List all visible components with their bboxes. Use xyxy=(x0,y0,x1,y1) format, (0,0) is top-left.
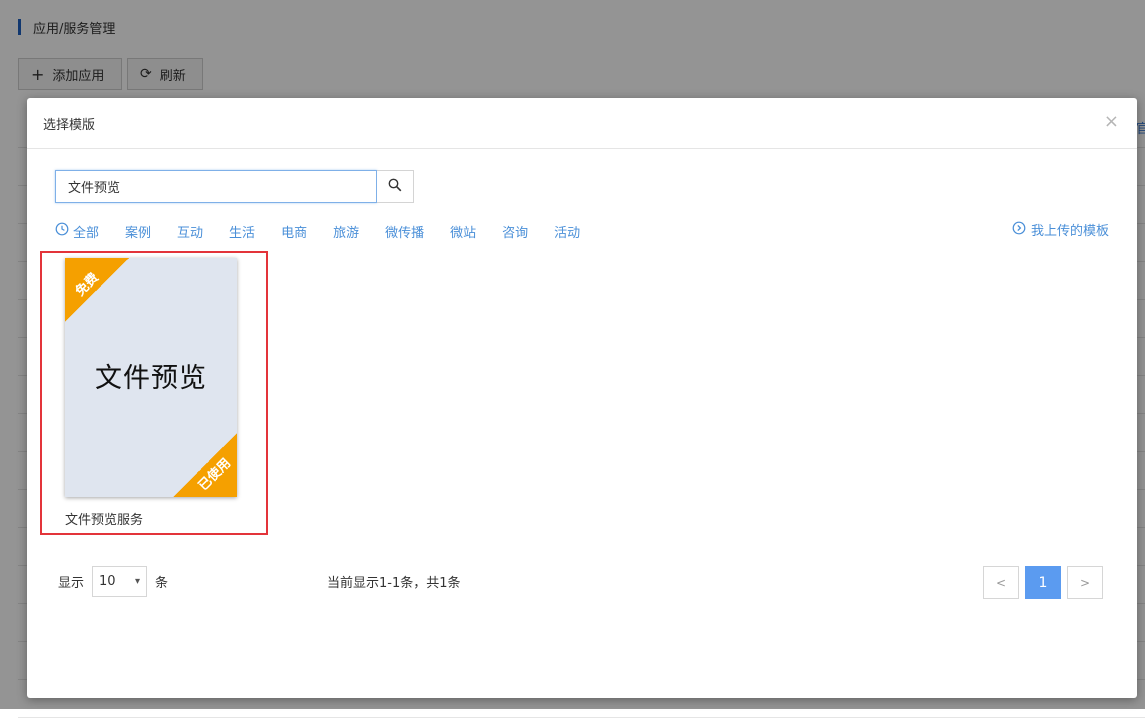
filter-label: 全部 xyxy=(73,225,100,241)
filter-all[interactable]: 全部 xyxy=(55,222,99,241)
modal-header: 选择模版 × xyxy=(27,98,1137,149)
chevron-down-icon: ▾ xyxy=(134,576,141,587)
pagination: < 1 > xyxy=(977,566,1103,599)
filter-travel[interactable]: 旅游 xyxy=(333,222,359,241)
modal-title: 选择模版 xyxy=(43,117,96,133)
price-ribbon: 免费 xyxy=(65,258,129,322)
search-bar xyxy=(55,170,414,203)
page-1-button[interactable]: 1 xyxy=(1025,566,1061,599)
page-size-select[interactable]: 10 ▾ xyxy=(92,566,148,597)
template-select-modal: 选择模版 × 全部 案例 互动 生活 电商 旅 xyxy=(27,98,1137,698)
price-badge: 免费 xyxy=(72,270,102,300)
status-badge: 已使用 xyxy=(195,455,235,495)
filter-consult[interactable]: 咨询 xyxy=(502,222,528,241)
search-input[interactable] xyxy=(55,170,377,203)
page-size-control: 显示 10 ▾ 条 xyxy=(58,566,168,597)
filter-life[interactable]: 生活 xyxy=(229,222,255,241)
template-name[interactable]: 文件预览服务 xyxy=(65,509,143,528)
filter-case[interactable]: 案例 xyxy=(125,222,151,241)
close-icon[interactable]: × xyxy=(1104,112,1119,132)
filter-micro-spread[interactable]: 微传播 xyxy=(385,222,424,241)
arrow-circle-icon xyxy=(1012,221,1026,239)
filter-micro-site[interactable]: 微站 xyxy=(450,222,476,241)
unit-label: 条 xyxy=(155,576,169,591)
filter-ecommerce[interactable]: 电商 xyxy=(281,222,307,241)
template-card[interactable]: 免费 文件预览 已使用 xyxy=(65,258,237,497)
search-icon xyxy=(388,178,402,196)
pagination-status: 当前显示1-1条，共1条 xyxy=(327,576,461,591)
my-uploaded-templates-link[interactable]: 我上传的模板 xyxy=(1012,220,1109,239)
template-preview-text: 文件预览 xyxy=(95,363,207,394)
my-upload-label: 我上传的模板 xyxy=(1030,224,1109,239)
clock-icon xyxy=(55,222,69,240)
show-label: 显示 xyxy=(58,576,85,591)
category-filters: 全部 案例 互动 生活 电商 旅游 微传播 微站 咨询 活动 我上传的模板 xyxy=(55,220,1109,242)
status-ribbon: 已使用 xyxy=(173,433,237,497)
next-page-button[interactable]: > xyxy=(1067,566,1103,599)
page-size-value: 10 xyxy=(99,574,116,589)
filter-activity[interactable]: 活动 xyxy=(554,222,580,241)
search-button[interactable] xyxy=(377,170,414,203)
prev-page-button[interactable]: < xyxy=(983,566,1019,599)
filter-interaction[interactable]: 互动 xyxy=(177,222,203,241)
